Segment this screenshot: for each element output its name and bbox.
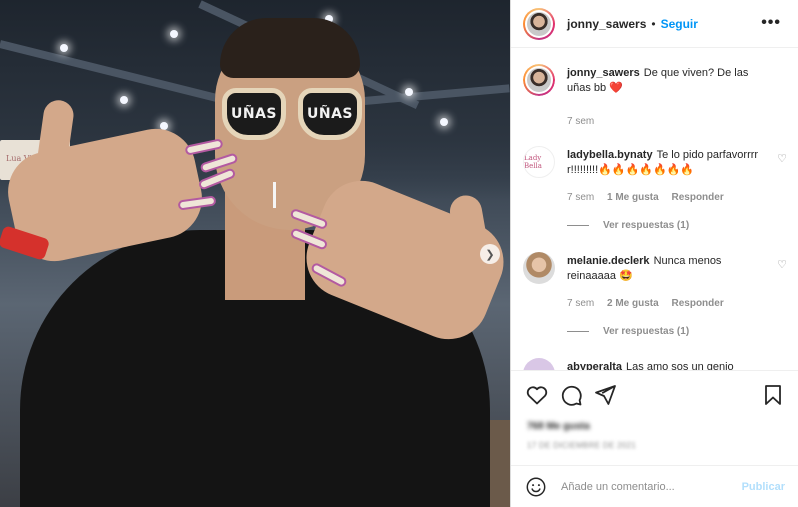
- ceiling-light: [405, 88, 413, 96]
- carousel-next-button[interactable]: ❯: [480, 244, 500, 264]
- comment-item: Lady Bella ladybella.bynaty Te lo pido pa…: [523, 146, 793, 246]
- commenter-avatar[interactable]: Lady Bella: [523, 146, 555, 178]
- hair: [220, 18, 360, 78]
- comment-item: abyperalta Las amo sos un genio: [523, 358, 793, 370]
- replies-divider: [567, 331, 589, 332]
- post-date[interactable]: 17 DE DICIEMBRE DE 2021: [527, 441, 636, 450]
- save-bookmark-icon[interactable]: [761, 383, 785, 407]
- sunglasses: UÑAS UÑAS: [222, 88, 364, 142]
- comment-time[interactable]: 7 sem: [567, 298, 594, 309]
- comment-body: abyperalta Las amo sos un genio: [567, 360, 767, 370]
- comment-likes[interactable]: 1 Me gusta: [607, 192, 659, 203]
- ceiling-light: [120, 96, 128, 104]
- like-heart-icon[interactable]: [525, 383, 549, 407]
- caption-body: jonny_sawers De que viven? De las uñas bb…: [567, 66, 767, 96]
- commenter-avatar[interactable]: [523, 252, 555, 284]
- author-username[interactable]: jonny_sawers: [567, 17, 646, 31]
- reply-button[interactable]: Responder: [671, 298, 723, 309]
- comment-text: Las amo sos un genio: [626, 361, 734, 370]
- like-comment-heart-icon[interactable]: ♡: [777, 152, 787, 165]
- share-paper-plane-icon[interactable]: [593, 383, 617, 407]
- lollipop-stick: [273, 182, 276, 208]
- comment-bubble-icon[interactable]: [559, 383, 583, 407]
- view-replies-label: Ver respuestas (1): [603, 220, 690, 231]
- right-lens: UÑAS: [298, 88, 362, 140]
- ceiling-light: [60, 44, 68, 52]
- replies-divider: [567, 225, 589, 226]
- post-actions: 768 Me gusta 17 DE DICIEMBRE DE 2021: [511, 370, 798, 465]
- comment-time[interactable]: 7 sem: [567, 192, 594, 203]
- caption-meta: 7 sem: [567, 116, 604, 127]
- chevron-right-icon: ❯: [485, 248, 495, 261]
- comment-username[interactable]: abyperalta: [567, 361, 622, 370]
- comment-meta: 7 sem 2 Me gusta Responder: [567, 298, 734, 309]
- add-comment-bar: Publicar: [511, 465, 798, 507]
- comment-body: melanie.declerk Nunca menos reinaaaaa 🤩: [567, 254, 767, 284]
- caption: jonny_sawers De que viven? De las uñas bb…: [523, 64, 793, 134]
- left-lens-text: UÑAS: [230, 106, 277, 122]
- view-replies-button[interactable]: Ver respuestas (1): [567, 220, 689, 231]
- post-photo[interactable]: Lua Vieira UÑAS UÑAS ❯: [0, 0, 510, 507]
- commenter-avatar[interactable]: [523, 358, 555, 370]
- comment-item: melanie.declerk Nunca menos reinaaaaa 🤩 ♡…: [523, 252, 793, 352]
- ceiling-light: [440, 118, 448, 126]
- separator-dot: •: [651, 16, 656, 31]
- publish-comment-button[interactable]: Publicar: [742, 481, 785, 493]
- caption-time[interactable]: 7 sem: [567, 116, 594, 127]
- comment-input[interactable]: [561, 480, 731, 493]
- view-replies-button[interactable]: Ver respuestas (1): [567, 326, 689, 337]
- comment-meta: 7 sem 1 Me gusta Responder: [567, 192, 734, 203]
- ceiling-light: [170, 30, 178, 38]
- comment-username[interactable]: ladybella.bynaty: [567, 149, 653, 161]
- post-details-panel: jonny_sawers • Seguir ••• jonny_sawers De…: [510, 0, 798, 507]
- caption-avatar[interactable]: [523, 64, 555, 96]
- post-header: jonny_sawers • Seguir •••: [511, 0, 798, 48]
- right-lens-text: UÑAS: [306, 106, 353, 122]
- comment-likes[interactable]: 2 Me gusta: [607, 298, 659, 309]
- comment-username[interactable]: melanie.declerk: [567, 255, 650, 267]
- comments-list[interactable]: jonny_sawers De que viven? De las uñas bb…: [511, 48, 798, 370]
- author-avatar[interactable]: [523, 7, 555, 40]
- more-options-icon[interactable]: •••: [761, 14, 781, 32]
- view-replies-label: Ver respuestas (1): [603, 326, 690, 337]
- caption-username[interactable]: jonny_sawers: [567, 67, 640, 79]
- likes-count[interactable]: 768 Me gusta: [527, 421, 590, 432]
- reply-button[interactable]: Responder: [671, 192, 723, 203]
- left-lens: UÑAS: [222, 88, 286, 140]
- like-comment-heart-icon[interactable]: ♡: [777, 258, 787, 271]
- comment-body: ladybella.bynaty Te lo pido parfavorrrrr!…: [567, 148, 767, 178]
- emoji-icon[interactable]: [525, 476, 547, 498]
- follow-button[interactable]: Seguir: [661, 17, 698, 31]
